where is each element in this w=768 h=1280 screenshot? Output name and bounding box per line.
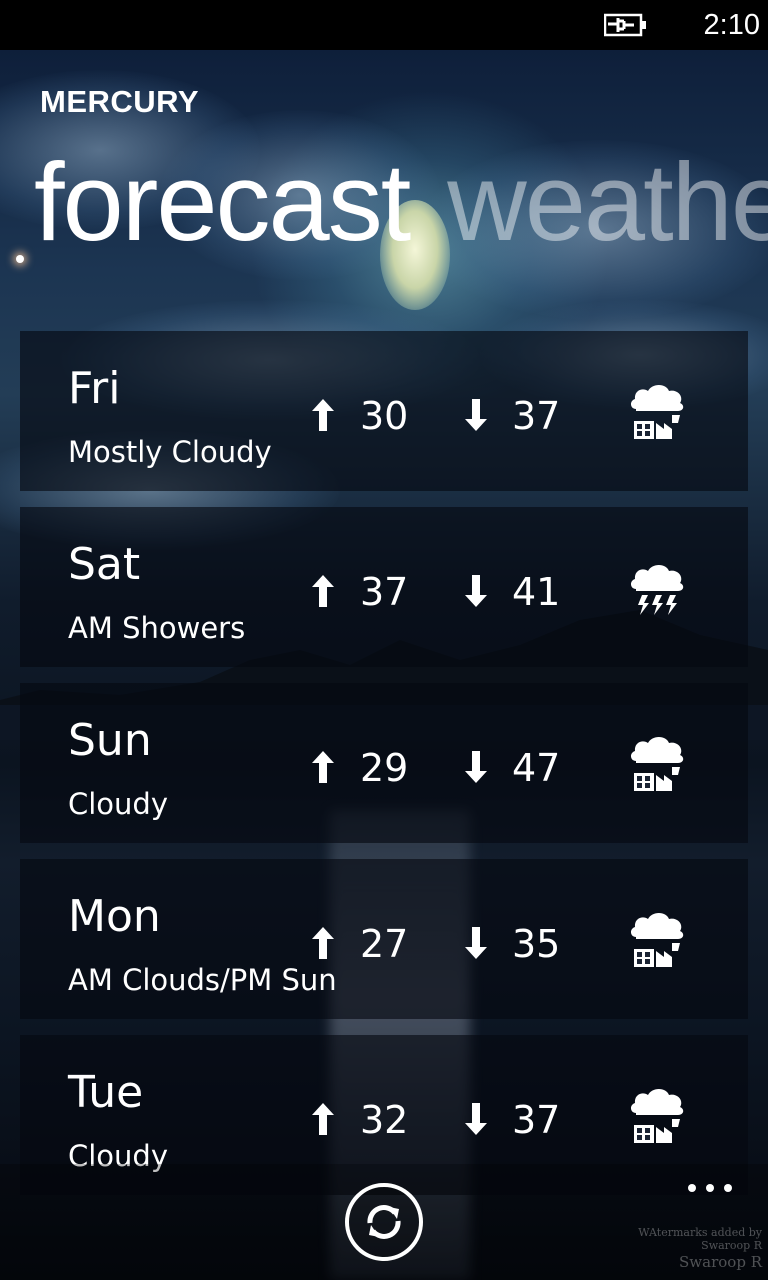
- forecast-row[interactable]: Sun Cloudy 29 47: [20, 683, 748, 843]
- arrow-down-icon: [465, 927, 487, 959]
- app-title: MERCURY: [40, 84, 200, 119]
- watermark: WAtermarks added by Swaroop R Swaroop R: [638, 1226, 762, 1271]
- forecast-low: 47: [512, 746, 561, 790]
- arrow-down-icon: [465, 575, 487, 607]
- arrow-up-icon: [312, 1103, 334, 1135]
- cloudy-icon: [630, 737, 684, 791]
- forecast-day: Tue: [68, 1067, 144, 1118]
- forecast-list: Fri Mostly Cloudy 30 37 Sat AM Showers 3…: [20, 331, 748, 1211]
- forecast-low: 41: [512, 570, 561, 614]
- forecast-condition: Mostly Cloudy: [68, 435, 272, 469]
- pivot-tab-weather[interactable]: weather: [447, 141, 768, 264]
- forecast-high: 29: [360, 746, 409, 790]
- pivot-tab-forecast[interactable]: forecast: [34, 141, 411, 264]
- forecast-day: Mon: [68, 891, 161, 942]
- forecast-condition: Cloudy: [68, 787, 168, 821]
- forecast-day: Sat: [68, 539, 141, 590]
- arrow-down-icon: [465, 1103, 487, 1135]
- arrow-up-icon: [312, 399, 334, 431]
- forecast-high: 27: [360, 922, 409, 966]
- arrow-up-icon: [312, 575, 334, 607]
- cloudy-icon: [630, 1089, 684, 1143]
- forecast-high: 30: [360, 394, 409, 438]
- cloudy-icon: [630, 913, 684, 967]
- refresh-button[interactable]: [345, 1183, 423, 1261]
- more-icon[interactable]: [686, 1180, 734, 1196]
- thunderstorm-icon: [630, 565, 684, 615]
- forecast-high: 37: [360, 570, 409, 614]
- forecast-low: 37: [512, 1098, 561, 1142]
- forecast-high: 32: [360, 1098, 409, 1142]
- arrow-up-icon: [312, 751, 334, 783]
- status-time: 2:10: [703, 9, 760, 41]
- forecast-condition: AM Clouds/PM Sun: [68, 963, 337, 997]
- forecast-condition: AM Showers: [68, 611, 246, 645]
- refresh-icon: [367, 1205, 401, 1239]
- arrow-down-icon: [465, 399, 487, 431]
- forecast-row[interactable]: Sat AM Showers 37 41: [20, 507, 748, 667]
- pivot-header: forecast weather: [34, 138, 768, 268]
- status-bar: 2:10: [0, 0, 768, 50]
- arrow-down-icon: [465, 751, 487, 783]
- forecast-day: Fri: [68, 363, 121, 414]
- forecast-row[interactable]: Fri Mostly Cloudy 30 37: [20, 331, 748, 491]
- forecast-day: Sun: [68, 715, 152, 766]
- forecast-low: 37: [512, 394, 561, 438]
- forecast-row[interactable]: Mon AM Clouds/PM Sun 27 35: [20, 859, 748, 1019]
- arrow-up-icon: [312, 927, 334, 959]
- forecast-low: 35: [512, 922, 561, 966]
- battery-charging-icon: [604, 13, 646, 37]
- cloudy-icon: [630, 385, 684, 439]
